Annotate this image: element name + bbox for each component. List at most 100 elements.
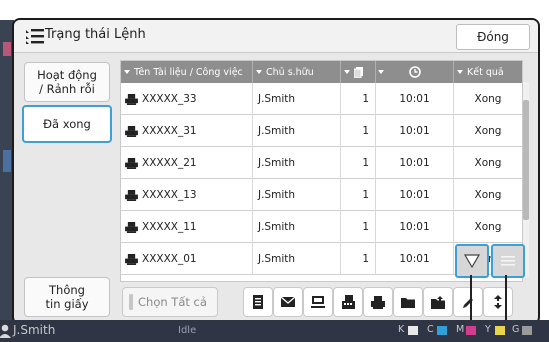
table-row[interactable]: XXXXX_31 J.Smith 1 10:01 Xong <box>121 115 522 147</box>
printer-icon <box>125 253 138 265</box>
copies-count: 1 <box>362 93 369 105</box>
ink-label: G <box>512 324 520 335</box>
computer-button[interactable] <box>303 287 333 317</box>
move-button[interactable] <box>483 287 513 317</box>
owner-name: J.Smith <box>258 157 296 169</box>
cell-document: XXXXX_31 <box>121 115 253 147</box>
side-indicator-pink <box>3 42 11 56</box>
tab-paper-info[interactable]: Thông tin giấy <box>24 277 110 317</box>
header-owner[interactable]: Chủ s.hữu <box>253 61 341 83</box>
window-title: Trạng thái Lệnh <box>45 27 146 42</box>
copies-icon <box>354 66 363 78</box>
table-row[interactable]: XXXXX_21 J.Smith 1 10:01 Xong <box>121 147 522 179</box>
cell-result: Xong <box>454 147 522 179</box>
cell-result: Xong <box>454 115 522 147</box>
job-time: 10:01 <box>399 157 430 169</box>
ink-level-indicator <box>437 326 447 335</box>
copies-count: 1 <box>362 189 369 201</box>
job-result: Xong <box>474 157 502 169</box>
user-icon <box>0 324 11 338</box>
list-menu-button[interactable] <box>491 244 525 278</box>
print-button[interactable] <box>363 287 393 317</box>
cell-copies: 1 <box>341 115 376 147</box>
fax-button[interactable] <box>333 287 363 317</box>
owner-name: J.Smith <box>258 93 296 105</box>
cell-time: 10:01 <box>376 211 454 243</box>
table-row[interactable]: XXXXX_33 J.Smith 1 10:01 Xong <box>121 83 522 115</box>
status-bar: J.Smith Idle K C M Y G <box>0 320 549 342</box>
cell-copies: 1 <box>341 179 376 211</box>
document-name: XXXXX_01 <box>142 253 197 265</box>
job-time: 10:01 <box>399 189 430 201</box>
cell-document: XXXXX_33 <box>121 83 253 115</box>
ink-level-indicator <box>522 326 532 335</box>
header-document-label: Tên Tài liệu / Công việc <box>134 66 243 78</box>
list-icon <box>501 256 515 266</box>
edit-button[interactable] <box>453 287 483 317</box>
arrows-icon <box>494 295 502 309</box>
copies-count: 1 <box>362 253 369 265</box>
ink-label: K <box>398 324 405 335</box>
tab-active-idle[interactable]: Hoạt động / Rảnh rỗi <box>24 62 110 102</box>
job-status-panel: Trạng thái Lệnh Đóng Hoạt động / Rảnh rỗ… <box>12 18 540 325</box>
document-name: XXXXX_21 <box>142 157 197 169</box>
select-all-button[interactable]: Chọn Tất cả <box>122 287 218 317</box>
cell-copies: 1 <box>341 211 376 243</box>
document-name: XXXXX_31 <box>142 125 197 137</box>
ink-level-indicator <box>495 326 505 335</box>
document-icon <box>253 295 263 309</box>
folder-upload-button[interactable] <box>423 287 453 317</box>
copies-count: 1 <box>362 125 369 137</box>
owner-name: J.Smith <box>258 221 296 233</box>
table-row[interactable]: XXXXX_11 J.Smith 1 10:01 Xong <box>121 211 522 243</box>
job-result: Xong <box>474 221 502 233</box>
sort-toggle-button[interactable] <box>455 244 489 278</box>
folder-upload-icon <box>431 295 445 309</box>
cell-document: XXXXX_01 <box>121 243 253 275</box>
document-button[interactable] <box>243 287 273 317</box>
folder-button[interactable] <box>393 287 423 317</box>
owner-name: J.Smith <box>258 253 296 265</box>
header-result-label: Kết quả <box>467 66 504 78</box>
scrollbar-thumb[interactable] <box>523 100 529 220</box>
job-time: 10:01 <box>399 93 430 105</box>
pen-icon <box>462 297 473 308</box>
ink-label: M <box>456 324 465 335</box>
folder-icon <box>401 297 415 308</box>
printer-icon <box>125 125 138 137</box>
table-row[interactable]: XXXXX_13 J.Smith 1 10:01 Xong <box>121 179 522 211</box>
cell-result: Xong <box>454 83 522 115</box>
cell-owner: J.Smith <box>253 115 341 147</box>
cell-result: Xong <box>454 211 522 243</box>
triangle-down-icon <box>464 254 480 268</box>
status-user: J.Smith <box>13 323 56 337</box>
header-time[interactable] <box>376 61 454 83</box>
computer-icon <box>311 296 325 308</box>
printer-icon <box>125 157 138 169</box>
header-copies[interactable] <box>341 61 376 83</box>
document-name: XXXXX_13 <box>142 189 197 201</box>
cell-owner: J.Smith <box>253 243 341 275</box>
cell-time: 10:01 <box>376 147 454 179</box>
close-button[interactable]: Đóng <box>456 24 530 50</box>
status-state: Idle <box>178 325 197 336</box>
job-list-icon <box>26 29 44 44</box>
cell-copies: 1 <box>341 243 376 275</box>
title-bar: Trạng thái Lệnh Đóng <box>14 20 538 53</box>
ink-level-indicator <box>466 326 476 335</box>
job-time: 10:01 <box>399 125 430 137</box>
email-button[interactable] <box>273 287 303 317</box>
cell-document: XXXXX_21 <box>121 147 253 179</box>
clock-icon <box>408 66 421 78</box>
cell-time: 10:01 <box>376 83 454 115</box>
job-time: 10:01 <box>399 221 430 233</box>
header-document[interactable]: Tên Tài liệu / Công việc <box>121 61 253 83</box>
cell-owner: J.Smith <box>253 147 341 179</box>
ink-level-indicator <box>408 326 418 335</box>
tab-completed[interactable]: Đã xong <box>22 105 112 143</box>
printer-icon <box>125 221 138 233</box>
copies-count: 1 <box>362 221 369 233</box>
fax-icon <box>341 295 355 309</box>
header-result[interactable]: Kết quả <box>454 61 522 83</box>
cell-time: 10:01 <box>376 243 454 275</box>
